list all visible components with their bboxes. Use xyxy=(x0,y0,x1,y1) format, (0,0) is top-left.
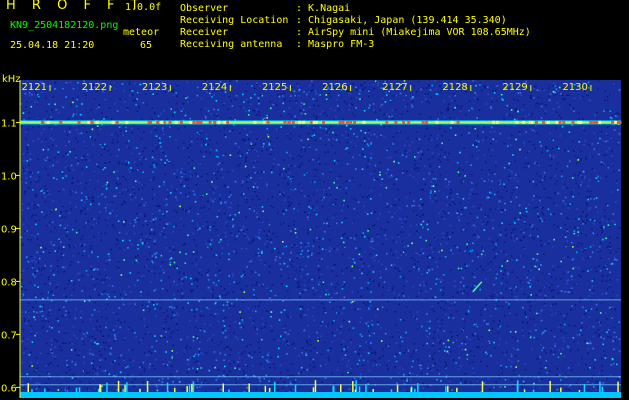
y-axis-label: kHz xyxy=(2,74,21,85)
x-tick-label-7: 2128 xyxy=(442,82,467,93)
x-tick-label-4: 2125 xyxy=(262,82,287,93)
x-tick-label-1: 2122 xyxy=(82,82,107,93)
bottom-band xyxy=(20,392,621,398)
y-tick-label-3: 0.8 xyxy=(1,277,17,288)
y-tick-label-0: 1.1 xyxy=(1,118,17,129)
y-tick-label-5: 0.6 xyxy=(1,383,17,394)
y-tick-label-1: 1.0 xyxy=(1,171,17,182)
x-tick-label-6: 2127 xyxy=(382,82,407,93)
y-tick-label-4: 0.7 xyxy=(1,330,17,341)
x-tick-label-8: 2129 xyxy=(502,82,527,93)
x-tick-label-3: 2124 xyxy=(202,82,227,93)
x-tick-label-0: 2121 xyxy=(22,82,47,93)
x-tick-label-2: 2123 xyxy=(142,82,167,93)
x-tick-label-5: 2126 xyxy=(322,82,347,93)
spectrogram-chart: kHz 1.1 1.0 0.9 0.8 0.7 0.6 2121 2122 2123 2124 212… xyxy=(1,74,622,398)
carrier-line xyxy=(20,120,622,125)
x-tick-label-9: 2130 xyxy=(562,82,587,93)
y-tick-label-2: 0.9 xyxy=(1,224,17,235)
